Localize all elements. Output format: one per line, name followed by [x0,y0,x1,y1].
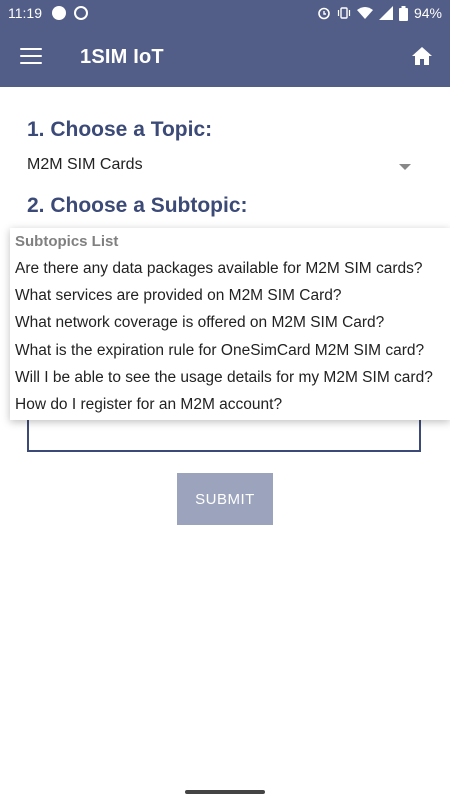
subtopics-dropdown: Subtopics List Are there any data packag… [10,228,450,420]
dropdown-header: Subtopics List [15,233,119,250]
hamburger-menu-icon[interactable] [20,48,42,66]
app-title: 1SIM IoT [80,46,164,68]
home-icon[interactable] [410,44,434,68]
dropdown-item[interactable]: Will I be able to see the usage details … [15,369,433,387]
battery-icon [398,5,408,21]
dropdown-item[interactable]: How do I register for an M2M account? [15,396,282,414]
chevron-down-icon [399,164,411,170]
gesture-nav-handle[interactable] [185,790,265,794]
app-bar: 1SIM IoT [0,26,450,87]
vibrate-icon [337,7,351,19]
status-right: 94% [317,5,442,21]
wifi-icon [356,7,373,19]
topic-heading: 1. Choose a Topic: [27,118,213,141]
dropdown-item[interactable]: What network coverage is offered on M2M … [15,314,384,332]
subtopic-heading: 2. Choose a Subtopic: [27,194,248,217]
topic-select[interactable]: M2M SIM Cards [27,150,417,178]
status-bar: 11:19 94% [0,0,450,26]
battery-percentage: 94% [413,5,442,21]
sync-notification-icon [74,6,88,20]
dropdown-item[interactable]: What is the expiration rule for OneSimCa… [15,342,424,360]
alarm-icon [318,7,330,20]
signal-icon [378,6,393,20]
dropdown-item[interactable]: What services are provided on M2M SIM Ca… [15,287,341,305]
dropdown-item[interactable]: Are there any data packages available fo… [15,260,423,278]
app-notification-icon [52,6,66,20]
topic-selected-value: M2M SIM Cards [27,156,143,173]
notification-icons [52,6,88,20]
status-time: 11:19 [8,5,42,21]
submit-button[interactable]: SUBMIT [177,473,273,525]
